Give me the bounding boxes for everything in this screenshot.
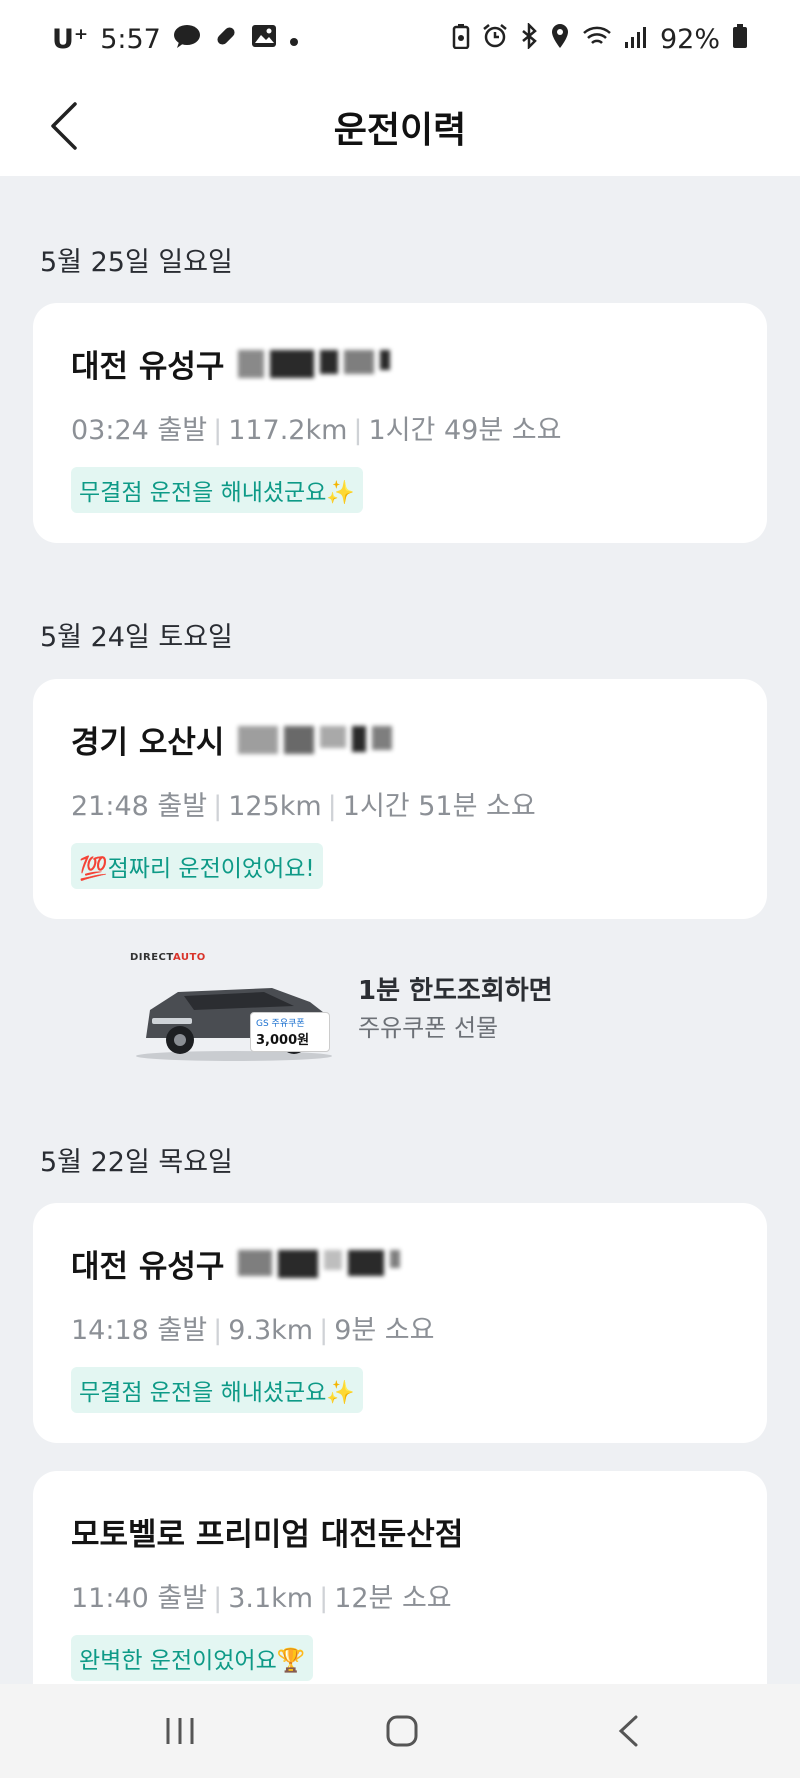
driving-badge: 완벽한 운전이었어요🏆 [71,1635,314,1681]
date-header: 5월 22일 목요일 [40,1147,233,1178]
signal-icon [624,24,648,55]
driving-badge: 무결점 운전을 해내셨군요✨ [71,467,364,513]
trip-meta: 11:40 출발 | 3.1km | 12분 소요 [71,1583,452,1614]
redacted-address [238,1249,401,1278]
status-bar: U⁺ 5:57 92% [0,0,800,78]
dot-icon [289,25,299,53]
trip-title: 모토벨로 프리미엄 대전둔산점 [71,1517,464,1553]
recent-apps-button[interactable] [152,1706,208,1756]
status-right: 92% [452,21,748,56]
recent-apps-icon [166,1718,194,1744]
trip-meta: 03:24 출발 | 117.2km | 1시간 49분 소요 [71,415,562,446]
coupon-amount: 3,000원 [256,1033,310,1048]
trip-title: 대전 유성구 [71,349,225,385]
alarm-icon [482,23,508,56]
battery-percent: 92% [659,23,720,55]
trip-distance: 117.2km [228,415,348,446]
trip-location: 대전 유성구 [71,1241,729,1286]
trip-distance: 9.3km [228,1315,314,1346]
app-header: 운전이력 [0,78,800,176]
wifi-icon [582,24,612,55]
status-left: U⁺ 5:57 [52,23,299,55]
back-chevron-icon [51,102,77,150]
back-button[interactable] [36,98,92,154]
battery-icon [732,23,748,56]
home-button[interactable] [374,1706,430,1756]
ad-banner[interactable]: DIRECTAUTO GS 주유쿠폰 3,000원 1분 한도조회하면 주유쿠폰… [120,940,680,1070]
system-nav-bar [0,1684,800,1778]
driving-badge: 무결점 운전을 해내셨군요✨ [71,1367,364,1413]
trip-card[interactable]: 대전 유성구 14:18 출발 | 9.3km | 9분 소요 무결점 운전을 해내셨군… [33,1203,767,1443]
trip-title: 대전 유성구 [71,1249,225,1285]
trip-duration: 12분 소요 [334,1583,452,1614]
system-back-button[interactable] [600,1706,656,1756]
trip-duration: 1시간 51분 소요 [342,791,536,822]
depart-time: 21:48 출발 [71,791,208,822]
trip-duration: 1시간 49분 소요 [368,415,562,446]
trip-duration: 9분 소요 [334,1315,435,1346]
gallery-icon [251,24,277,54]
page-title: 운전이력 [333,110,467,151]
trip-title: 경기 오산시 [71,725,225,761]
date-header: 5월 24일 토요일 [40,622,233,653]
trip-distance: 3.1km [228,1583,314,1614]
trip-card[interactable]: 대전 유성구 03:24 출발 | 117.2km | 1시간 49분 소요 무결점 운… [33,303,767,543]
redacted-address [238,349,391,378]
trip-card[interactable]: 경기 오산시 21:48 출발 | 125km | 1시간 51분 소요 💯점짜리 운전… [33,679,767,919]
back-icon [618,1715,638,1747]
bluetooth-icon [520,21,538,56]
trip-meta: 21:48 출발 | 125km | 1시간 51분 소요 [71,791,536,822]
trip-location: 대전 유성구 [71,341,729,386]
clock: 5:57 [100,23,161,55]
home-icon [386,1715,418,1747]
trip-card[interactable]: 모토벨로 프리미엄 대전둔산점 11:40 출발 | 3.1km | 12분 소요 완벽… [33,1471,767,1711]
depart-time: 14:18 출발 [71,1315,208,1346]
ad-logo: DIRECTAUTO [130,952,206,963]
ad-title: 1분 한도조회하면 [358,976,553,1006]
date-header: 5월 25일 일요일 [40,247,233,278]
trip-distance: 125km [228,791,322,822]
depart-time: 03:24 출발 [71,415,208,446]
talk-icon [173,24,201,54]
location-icon [550,23,570,56]
battery-saver-icon [452,23,470,56]
redacted-address [238,725,393,754]
depart-time: 11:40 출발 [71,1583,208,1614]
coupon-label: GS 주유쿠폰 [256,1019,305,1029]
coupon-image: GS 주유쿠폰 3,000원 [250,1012,330,1052]
ad-subtitle: 주유쿠폰 선물 [358,1014,499,1042]
driving-badge: 💯점짜리 운전이었어요! [71,843,323,889]
trip-location: 경기 오산시 [71,717,729,762]
pill-icon [213,23,239,55]
carrier-label: U⁺ [52,23,89,55]
trip-meta: 14:18 출발 | 9.3km | 9분 소요 [71,1315,435,1346]
trip-location: 모토벨로 프리미엄 대전둔산점 [71,1509,729,1554]
